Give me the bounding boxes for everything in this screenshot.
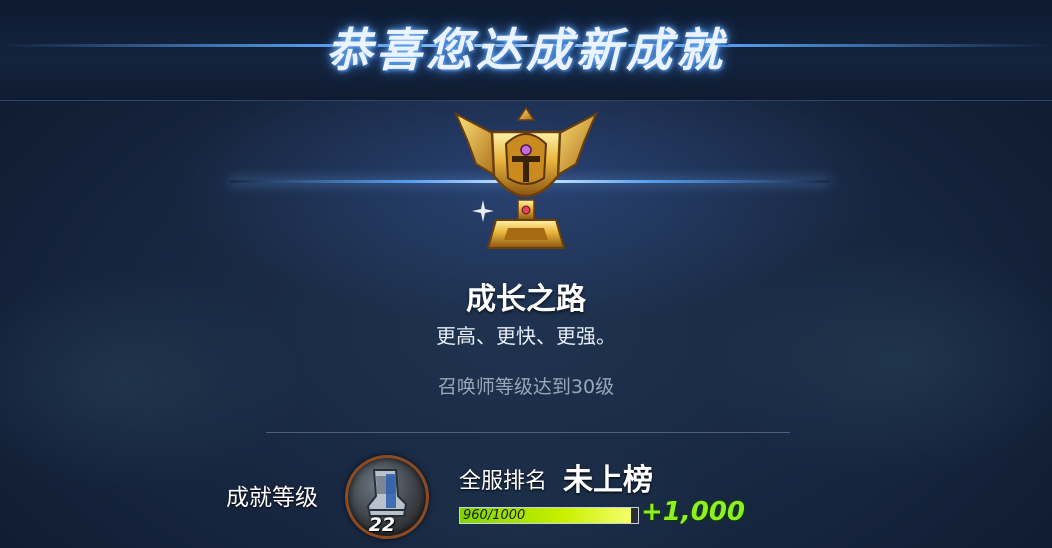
achievement-level-label: 成就等级 — [226, 485, 318, 511]
achievement-requirement: 召唤师等级达到30级 — [437, 376, 615, 398]
achievement-name: 成长之路 — [466, 282, 586, 317]
gold-trophy-icon — [453, 106, 599, 249]
points-gained: +1,000 — [641, 497, 746, 527]
achievement-progress-bar: 960/1000 — [459, 507, 639, 524]
sparkle-icon — [472, 200, 494, 222]
divider — [266, 432, 790, 433]
achievement-level-number: 22 — [368, 514, 396, 536]
progress-text: 960/1000 — [463, 508, 526, 523]
server-rank-value: 未上榜 — [563, 463, 653, 498]
server-rank-label: 全服排名 — [459, 469, 548, 494]
page-title: 恭喜您达成新成就 — [326, 23, 726, 77]
achievement-description: 更高、更快、更强。 — [436, 324, 616, 348]
header-banner: 恭喜您达成新成就 — [0, 0, 1052, 101]
